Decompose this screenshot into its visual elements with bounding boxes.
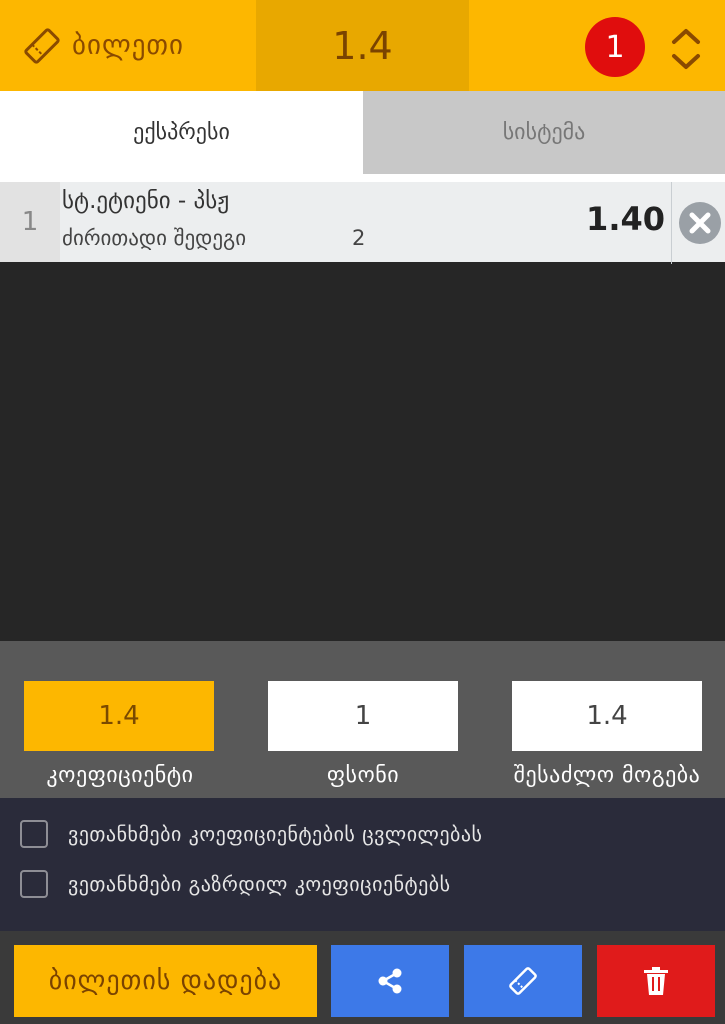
betslip-title-area[interactable]: ბილეთი <box>0 0 256 91</box>
action-bar: ბილეთის დადება <box>0 931 725 1024</box>
ticket-icon <box>24 27 60 64</box>
accept-boosted-odds-option[interactable]: ვეთანხმები გაზრდილ კოეფიციენტებს <box>20 870 451 898</box>
bet-type-tabs: ექსპრესი სისტემა <box>0 91 725 174</box>
selection-index: 1 <box>0 182 60 262</box>
divider <box>671 182 672 264</box>
bet-selection-row: 1 სტ.ეტიენი - პსჟ ძირითადი შედეგი 2 1.40 <box>0 182 725 264</box>
place-bet-button[interactable]: ბილეთის დადება <box>14 945 317 1017</box>
expand-collapse-icon[interactable] <box>668 24 704 74</box>
stake-panel: 1.4 1 1.4 კოეფიციენტი ფსონი შესაძლო მოგე… <box>0 641 725 798</box>
tab-system[interactable]: სისტემა <box>363 91 725 174</box>
checkbox[interactable] <box>20 870 48 898</box>
stake-label: ფსონი <box>326 763 400 788</box>
option-label: ვეთანხმები კოეფიციენტების ცვლილებას <box>68 822 483 846</box>
outcome: 2 <box>352 226 366 250</box>
stake-input[interactable]: 1 <box>268 681 458 751</box>
share-button[interactable] <box>331 945 449 1017</box>
share-icon <box>378 968 402 994</box>
betslip-header: ბილეთი 1.4 1 <box>0 0 725 91</box>
coefficient-label: კოეფიციენტი <box>46 763 194 788</box>
option-label: ვეთანხმები გაზრდილ კოეფიციენტებს <box>68 872 451 896</box>
event-name: სტ.ეტიენი - პსჟ <box>62 188 230 214</box>
remove-selection-icon[interactable] <box>678 201 722 245</box>
selection-count-badge: 1 <box>585 17 645 77</box>
checkbox[interactable] <box>20 820 48 848</box>
divider <box>0 174 725 182</box>
ticket-button[interactable] <box>464 945 582 1017</box>
selection-odd: 1.40 <box>586 200 665 238</box>
trash-icon <box>644 967 668 995</box>
odds-options: ვეთანხმები კოეფიციენტების ცვლილებას ვეთა… <box>0 798 725 931</box>
total-odds: 1.4 <box>256 0 469 91</box>
tab-express[interactable]: ექსპრესი <box>0 91 363 174</box>
accept-odds-change-option[interactable]: ვეთანხმები კოეფიციენტების ცვლილებას <box>20 820 482 848</box>
ticket-icon <box>509 967 537 995</box>
delete-button[interactable] <box>597 945 715 1017</box>
betslip-screen: ბილეთი 1.4 1 ექსპრესი სისტემა 1 სტ.ეტიენ… <box>0 0 725 1024</box>
coefficient-box: 1.4 <box>24 681 214 751</box>
possible-win-label: შესაძლო მოგება <box>513 763 701 788</box>
possible-win-box: 1.4 <box>512 681 702 751</box>
market-name: ძირითადი შედეგი <box>62 226 247 250</box>
betslip-title: ბილეთი <box>72 30 184 61</box>
